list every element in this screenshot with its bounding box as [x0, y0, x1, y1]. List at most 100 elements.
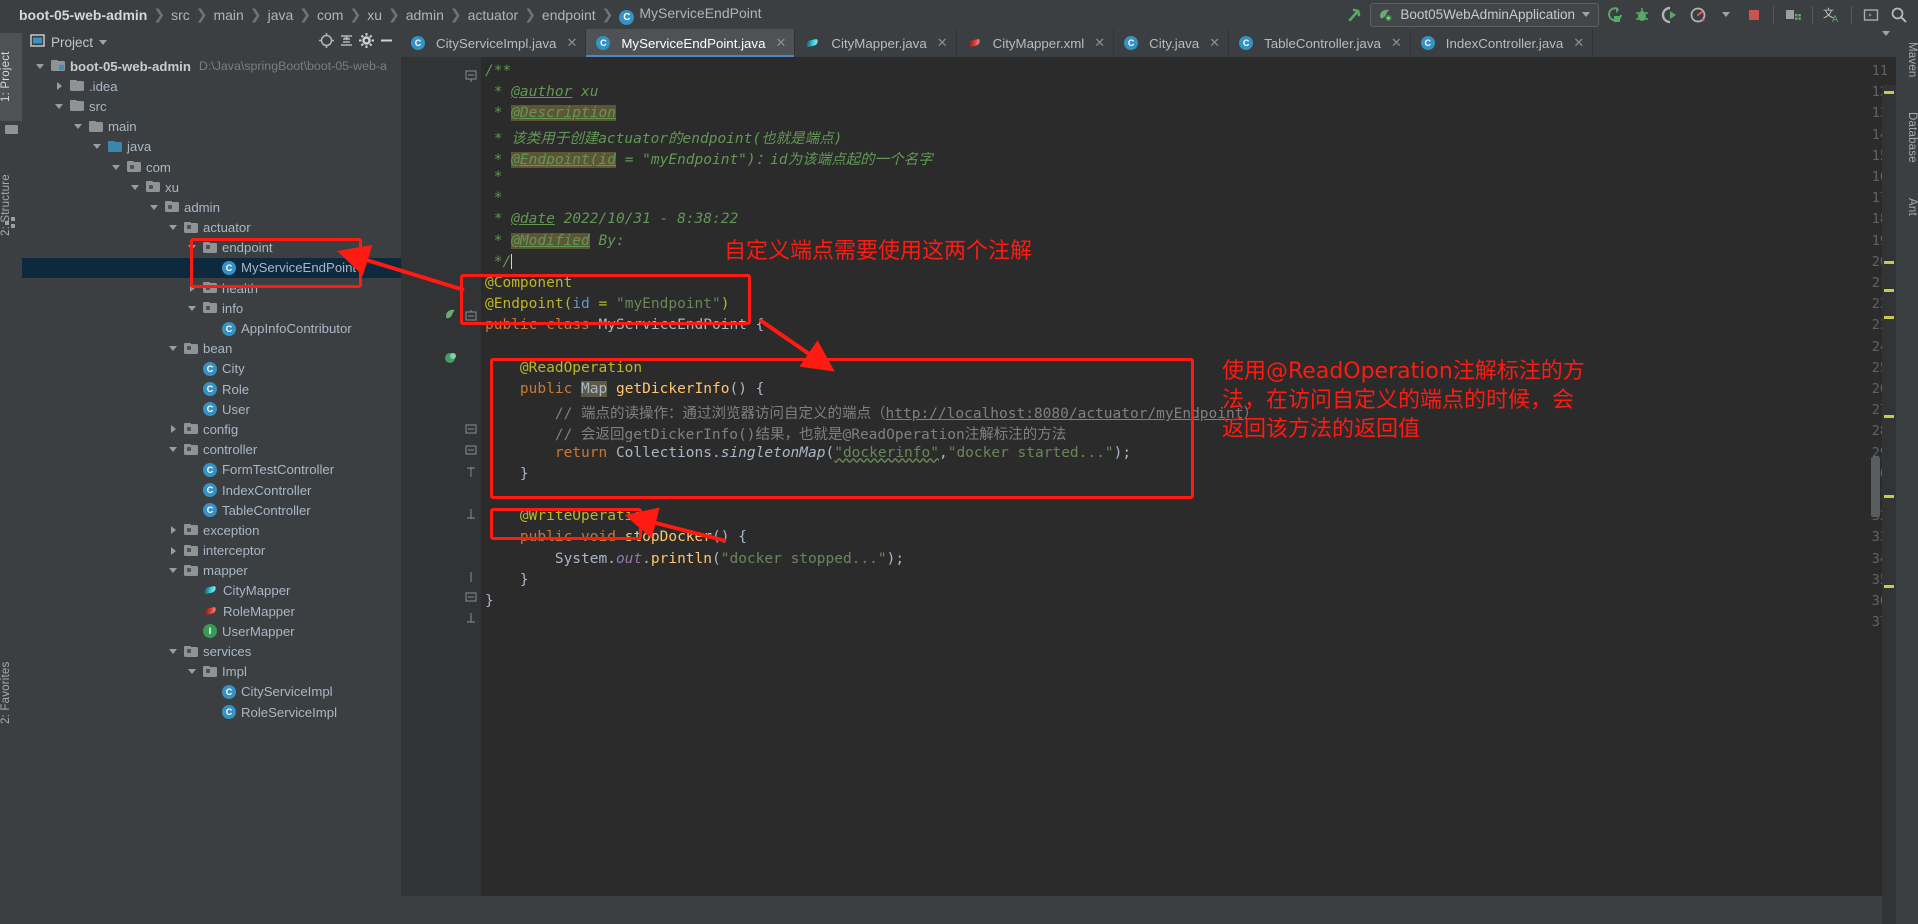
code-line[interactable]: return Collections.singletonMap("dockeri…	[485, 445, 1131, 461]
chevron-down-icon[interactable]	[169, 343, 180, 354]
close-icon[interactable]: ✕	[1094, 35, 1105, 51]
chevron-down-icon[interactable]	[188, 666, 199, 677]
sidebar-item-favorites[interactable]: 2: Favorites	[0, 641, 22, 745]
tree-node-tablecontroller[interactable]: C TableController	[22, 500, 401, 520]
tree-node-src[interactable]: src	[22, 96, 401, 116]
chevron-down-icon[interactable]	[188, 242, 199, 253]
fold-end-icon[interactable]	[465, 507, 479, 521]
code-line[interactable]: // 会返回getDickerInfo()结果，也就是@ReadOperatio…	[485, 423, 1066, 444]
editor-tab-cityserviceimpl-java[interactable]: C CityServiceImpl.java ✕	[401, 29, 587, 57]
close-icon[interactable]: ✕	[1391, 35, 1402, 51]
fold-collapse-icon[interactable]	[465, 570, 479, 584]
code-line[interactable]: * @Endpoint(id = "myEndpoint")：id为该端点起的一…	[485, 148, 933, 169]
tree-node-roleserviceimpl[interactable]: C RoleServiceImpl	[22, 702, 401, 722]
tree-node-bean[interactable]: bean	[22, 339, 401, 359]
editor-tab-myserviceendpoint-java[interactable]: C MyServiceEndPoint.java ✕	[586, 29, 796, 57]
sidebar-item-project[interactable]: 1: Project	[0, 33, 22, 121]
sidebar-item-structure[interactable]: 2: Structure	[0, 151, 22, 259]
editor-tab-tablecontroller-java[interactable]: C TableController.java ✕	[1229, 29, 1411, 57]
tree-node-com[interactable]: com	[22, 157, 401, 177]
code-line[interactable]: @ReadOperation	[485, 360, 642, 376]
code-line[interactable]: *	[485, 169, 503, 185]
spring-bean-gutter-icon[interactable]	[444, 308, 458, 322]
breadcrumb-item-2[interactable]: main	[208, 7, 248, 23]
sidebar-item-ant[interactable]: Ant	[1896, 191, 1918, 223]
tree-node-services[interactable]: services	[22, 641, 401, 661]
editor-tab-citymapper-java[interactable]: CityMapper.java ✕	[795, 29, 957, 57]
close-icon[interactable]: ✕	[937, 35, 948, 51]
breadcrumb[interactable]: boot-05-web-admin ❯ src ❯ main ❯ java ❯ …	[0, 5, 767, 25]
tree-node-info[interactable]: info	[22, 298, 401, 318]
tree-node--idea[interactable]: .idea	[22, 76, 401, 96]
code-line[interactable]: public class MyServiceEndPoint {	[485, 317, 764, 333]
chevron-down-icon[interactable]	[74, 121, 85, 132]
breadcrumb-item-5[interactable]: xu	[362, 7, 387, 23]
hammer-build-icon[interactable]	[1342, 3, 1368, 27]
tree-node-rolemapper[interactable]: RoleMapper	[22, 601, 401, 621]
editor-tabs-overflow[interactable]	[1882, 29, 1896, 57]
tree-node-cityserviceimpl[interactable]: C CityServiceImpl	[22, 682, 401, 702]
close-icon[interactable]: ✕	[1209, 35, 1220, 51]
breadcrumb-item-0[interactable]: boot-05-web-admin	[14, 7, 152, 23]
inspection-marker-strip[interactable]	[1882, 85, 1896, 924]
code-line[interactable]: * @Description	[485, 105, 616, 122]
fold-collapse-icon[interactable]	[465, 444, 479, 458]
chevron-down-icon[interactable]	[169, 646, 180, 657]
tree-node-health[interactable]: health	[22, 278, 401, 298]
close-icon[interactable]: ✕	[775, 35, 786, 51]
warning-marker[interactable]	[1884, 585, 1894, 588]
breadcrumb-item-4[interactable]: com	[312, 7, 348, 23]
breadcrumb-item-6[interactable]: admin	[401, 7, 449, 23]
warning-marker[interactable]	[1884, 316, 1894, 319]
source-code[interactable]: 11/** 12 * @author xu 13 * @Description 14 …	[401, 57, 1896, 896]
tree-node-exception[interactable]: exception	[22, 520, 401, 540]
chevron-down-icon[interactable]	[36, 61, 47, 72]
chevron-down-icon[interactable]	[1713, 3, 1739, 27]
chevron-down-icon[interactable]	[169, 565, 180, 576]
chevron-down-icon[interactable]	[112, 162, 123, 173]
chevron-right-icon[interactable]	[169, 424, 180, 435]
tree-node-admin[interactable]: admin	[22, 197, 401, 217]
code-line[interactable]: */	[485, 253, 513, 270]
tree-node-usermapper[interactable]: I UserMapper	[22, 621, 401, 641]
chevron-right-icon[interactable]	[55, 81, 66, 92]
tree-node-interceptor[interactable]: interceptor	[22, 541, 401, 561]
code-line[interactable]: public void stopDocker() {	[485, 529, 747, 545]
tree-node-myserviceendpoint[interactable]: C MyServiceEndPoint	[22, 257, 401, 279]
code-line[interactable]: // 端点的读操作：通过浏览器访问自定义的端点（http://localhost…	[485, 402, 1258, 423]
hide-icon[interactable]	[378, 32, 395, 52]
warning-marker[interactable]	[1884, 91, 1894, 94]
tree-node-java[interactable]: java	[22, 137, 401, 157]
fold-collapse-icon[interactable]	[465, 591, 479, 605]
tree-node-xu[interactable]: xu	[22, 177, 401, 197]
code-line[interactable]: }	[485, 593, 494, 609]
chevron-down-icon[interactable]	[169, 444, 180, 455]
stop-icon[interactable]	[1741, 3, 1767, 27]
run-configuration-selector[interactable]: Boot05WebAdminApplication	[1370, 2, 1599, 27]
close-icon[interactable]: ✕	[566, 35, 577, 51]
editor-tab-city-java[interactable]: C City.java ✕	[1114, 29, 1230, 57]
project-tree[interactable]: boot-05-web-admin D:\Java\springBoot\boot…	[22, 56, 401, 896]
profiler-icon[interactable]	[1685, 3, 1711, 27]
chevron-down-icon[interactable]	[1582, 12, 1590, 17]
fold-collapse-icon[interactable]	[465, 70, 479, 84]
tree-node-indexcontroller[interactable]: C IndexController	[22, 480, 401, 500]
tree-node-main[interactable]: main	[22, 117, 401, 137]
code-line[interactable]: * @author xu	[485, 84, 599, 100]
run-with-coverage-icon[interactable]	[1657, 3, 1683, 27]
tree-node-appinfocontributor[interactable]: C AppInfoContributor	[22, 318, 401, 338]
fold-end-icon[interactable]	[465, 613, 479, 627]
chevron-down-icon[interactable]	[55, 101, 66, 112]
tree-node-boot-05-web-admin[interactable]: boot-05-web-admin D:\Java\springBoot\boot…	[22, 56, 401, 76]
code-line[interactable]: @Component	[485, 275, 572, 291]
tree-node-citymapper[interactable]: CityMapper	[22, 581, 401, 601]
tree-node-mapper[interactable]: mapper	[22, 561, 401, 581]
code-line[interactable]: }	[485, 572, 529, 588]
tree-node-city[interactable]: C City	[22, 359, 401, 379]
sidebar-item-database[interactable]: Database	[1896, 101, 1918, 173]
tree-node-actuator[interactable]: actuator	[22, 218, 401, 238]
chevron-down-icon[interactable]	[131, 182, 142, 193]
fold-collapse-icon[interactable]	[465, 310, 479, 324]
fold-end-icon[interactable]	[465, 465, 479, 479]
code-editor[interactable]: 11/** 12 * @author xu 13 * @Description 14 …	[401, 57, 1896, 924]
